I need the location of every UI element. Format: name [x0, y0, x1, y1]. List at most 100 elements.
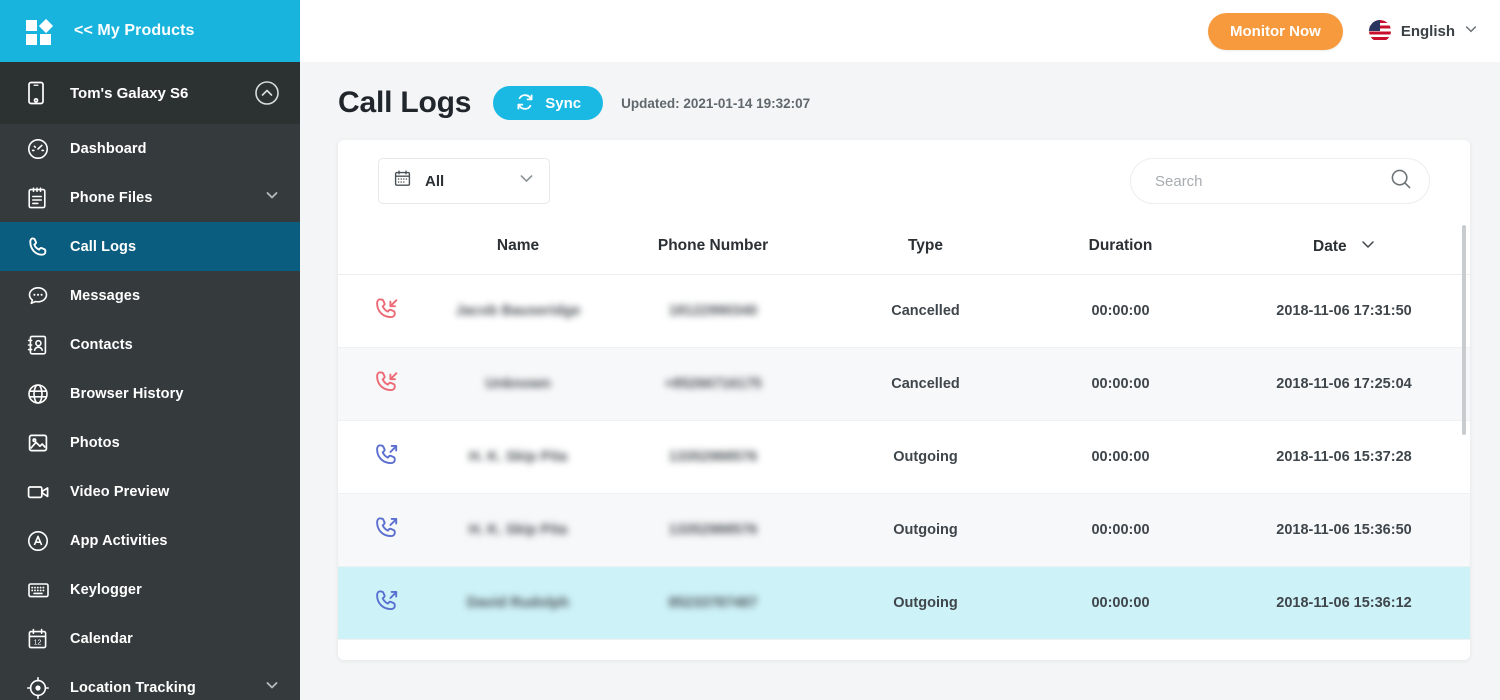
table-row[interactable]: Jacob Bauseridge 18122990340 Cancelled 0… [338, 274, 1470, 348]
cell-date: 2018-11-06 15:36:12 [1218, 566, 1470, 640]
sidebar-item-label: Dashboard [70, 140, 147, 157]
cell-duration: 00:00:00 [1023, 566, 1218, 640]
sidebar-item-browser-history[interactable]: Browser History [0, 369, 300, 418]
cell-name: H. K. Skip Pita [438, 493, 598, 567]
sync-button[interactable]: Sync [493, 86, 604, 120]
sidebar-item-location-tracking[interactable]: Location Tracking [0, 663, 300, 700]
phone-value: 13352988576 [668, 448, 758, 465]
sidebar-item-label: Calendar [70, 630, 133, 647]
chevron-down-icon[interactable] [264, 187, 280, 208]
sidebar-item-app-activities[interactable]: App Activities [0, 516, 300, 565]
cell-name: Jacob Bauseridge [438, 274, 598, 348]
search-box[interactable] [1130, 158, 1430, 204]
cell-phone: 18122990340 [598, 274, 828, 348]
th-name[interactable]: Name [438, 222, 598, 275]
refresh-icon [515, 92, 535, 115]
calendar-icon [393, 169, 412, 193]
date-filter-dropdown[interactable]: All [378, 158, 550, 204]
name-value: Unknown [485, 375, 551, 392]
th-date-label: Date [1313, 238, 1347, 255]
location-target-icon [26, 676, 56, 700]
sidebar-item-label: Contacts [70, 336, 133, 353]
date-filter-value: All [425, 172, 445, 190]
phone-value: 13352988576 [668, 521, 758, 538]
chevron-down-icon[interactable] [264, 677, 280, 698]
cell-type: Cancelled [828, 347, 1023, 421]
card-toolbar: All [338, 140, 1470, 222]
svg-text:12: 12 [34, 639, 42, 646]
sync-label: Sync [545, 94, 582, 112]
page-header: Call Logs Sync Updated: 2021-01-14 19:32… [338, 86, 1470, 120]
sidebar-item-dashboard[interactable]: Dashboard [0, 124, 300, 173]
app-root: << My Products Tom's Galaxy S6 Dashboard… [0, 0, 1500, 700]
sidebar-item-label: Keylogger [70, 581, 142, 598]
cell-date: 2018-11-06 15:36:50 [1218, 493, 1470, 567]
cell-duration: 00:00:00 [1023, 347, 1218, 421]
chat-bubble-icon [26, 284, 56, 308]
th-duration[interactable]: Duration [1023, 222, 1218, 275]
incoming-call-icon [373, 371, 403, 401]
cell-duration: 00:00:00 [1023, 274, 1218, 348]
cell-date: 2018-11-06 17:31:50 [1218, 274, 1470, 348]
cell-call-icon [338, 347, 438, 421]
outgoing-call-icon [373, 444, 403, 474]
th-date[interactable]: Date [1218, 222, 1470, 275]
search-input[interactable] [1155, 172, 1389, 190]
cell-call-icon [338, 493, 438, 567]
cell-call-icon [338, 274, 438, 348]
cell-call-icon [338, 420, 438, 494]
cell-phone: 13352988576 [598, 420, 828, 494]
video-camera-icon [26, 480, 56, 504]
language-label: English [1400, 22, 1455, 40]
sidebar-item-calendar[interactable]: 12 Calendar [0, 614, 300, 663]
cell-duration: 00:00:00 [1023, 420, 1218, 494]
monitor-now-button[interactable]: Monitor Now [1208, 12, 1343, 50]
chevron-down-icon[interactable] [1464, 22, 1478, 41]
sidebar-item-photos[interactable]: Photos [0, 418, 300, 467]
device-name-label: Tom's Galaxy S6 [70, 84, 189, 102]
phone-value: 18122990340 [668, 302, 758, 319]
table-row[interactable]: H. K. Skip Pita 13352988576 Outgoing 00:… [338, 493, 1470, 567]
sidebar: << My Products Tom's Galaxy S6 Dashboard… [0, 0, 300, 700]
cell-type: Outgoing [828, 420, 1023, 494]
language-selector[interactable]: English [1368, 20, 1478, 42]
sidebar-item-label: Video Preview [70, 483, 170, 500]
table-row[interactable]: H. K. Skip Pita 13352988576 Outgoing 00:… [338, 420, 1470, 494]
cell-duration: 00:00:00 [1023, 493, 1218, 567]
us-flag-icon [1368, 20, 1391, 42]
speedometer-icon [26, 137, 56, 161]
sidebar-item-video-preview[interactable]: Video Preview [0, 467, 300, 516]
sidebar-item-messages[interactable]: Messages [0, 271, 300, 320]
device-row[interactable]: Tom's Galaxy S6 [0, 62, 300, 124]
sidebar-item-label: App Activities [70, 532, 168, 549]
cell-name: David Rudolph [438, 566, 598, 640]
table-row[interactable]: David Rudolph 85233787487 Outgoing 00:00… [338, 566, 1470, 640]
search-icon[interactable] [1389, 167, 1413, 196]
chevron-down-icon[interactable] [518, 170, 535, 192]
call-logs-table: Name Phone Number Type Duration Date Jac… [338, 222, 1470, 640]
outgoing-call-icon [373, 590, 403, 620]
cell-date: 2018-11-06 17:25:04 [1218, 347, 1470, 421]
updated-timestamp: Updated: 2021-01-14 19:32:07 [621, 95, 811, 111]
table-scrollbar-thumb[interactable] [1462, 225, 1466, 435]
name-value: H. K. Skip Pita [468, 448, 568, 465]
table-scrollbar[interactable] [1462, 225, 1466, 655]
sidebar-item-call-logs[interactable]: Call Logs [0, 222, 300, 271]
th-phone-number[interactable]: Phone Number [598, 222, 828, 275]
sidebar-item-label: Browser History [70, 385, 184, 402]
table-row[interactable]: Unknown +85266716175 Cancelled 00:00:00 … [338, 347, 1470, 421]
cell-phone: +85266716175 [598, 347, 828, 421]
th-icon [338, 222, 438, 275]
chevron-up-circle-icon[interactable] [254, 80, 280, 106]
keyboard-icon [26, 578, 56, 602]
sidebar-item-phone-files[interactable]: Phone Files [0, 173, 300, 222]
sidebar-item-keylogger[interactable]: Keylogger [0, 565, 300, 614]
sidebar-item-contacts[interactable]: Contacts [0, 320, 300, 369]
cell-call-icon [338, 566, 438, 640]
th-type[interactable]: Type [828, 222, 1023, 275]
calendar-12-icon: 12 [26, 627, 56, 651]
chevron-down-icon[interactable] [1361, 236, 1375, 254]
phone-device-icon [26, 81, 56, 105]
cell-type: Cancelled [828, 274, 1023, 348]
brand-bar[interactable]: << My Products [0, 0, 300, 62]
